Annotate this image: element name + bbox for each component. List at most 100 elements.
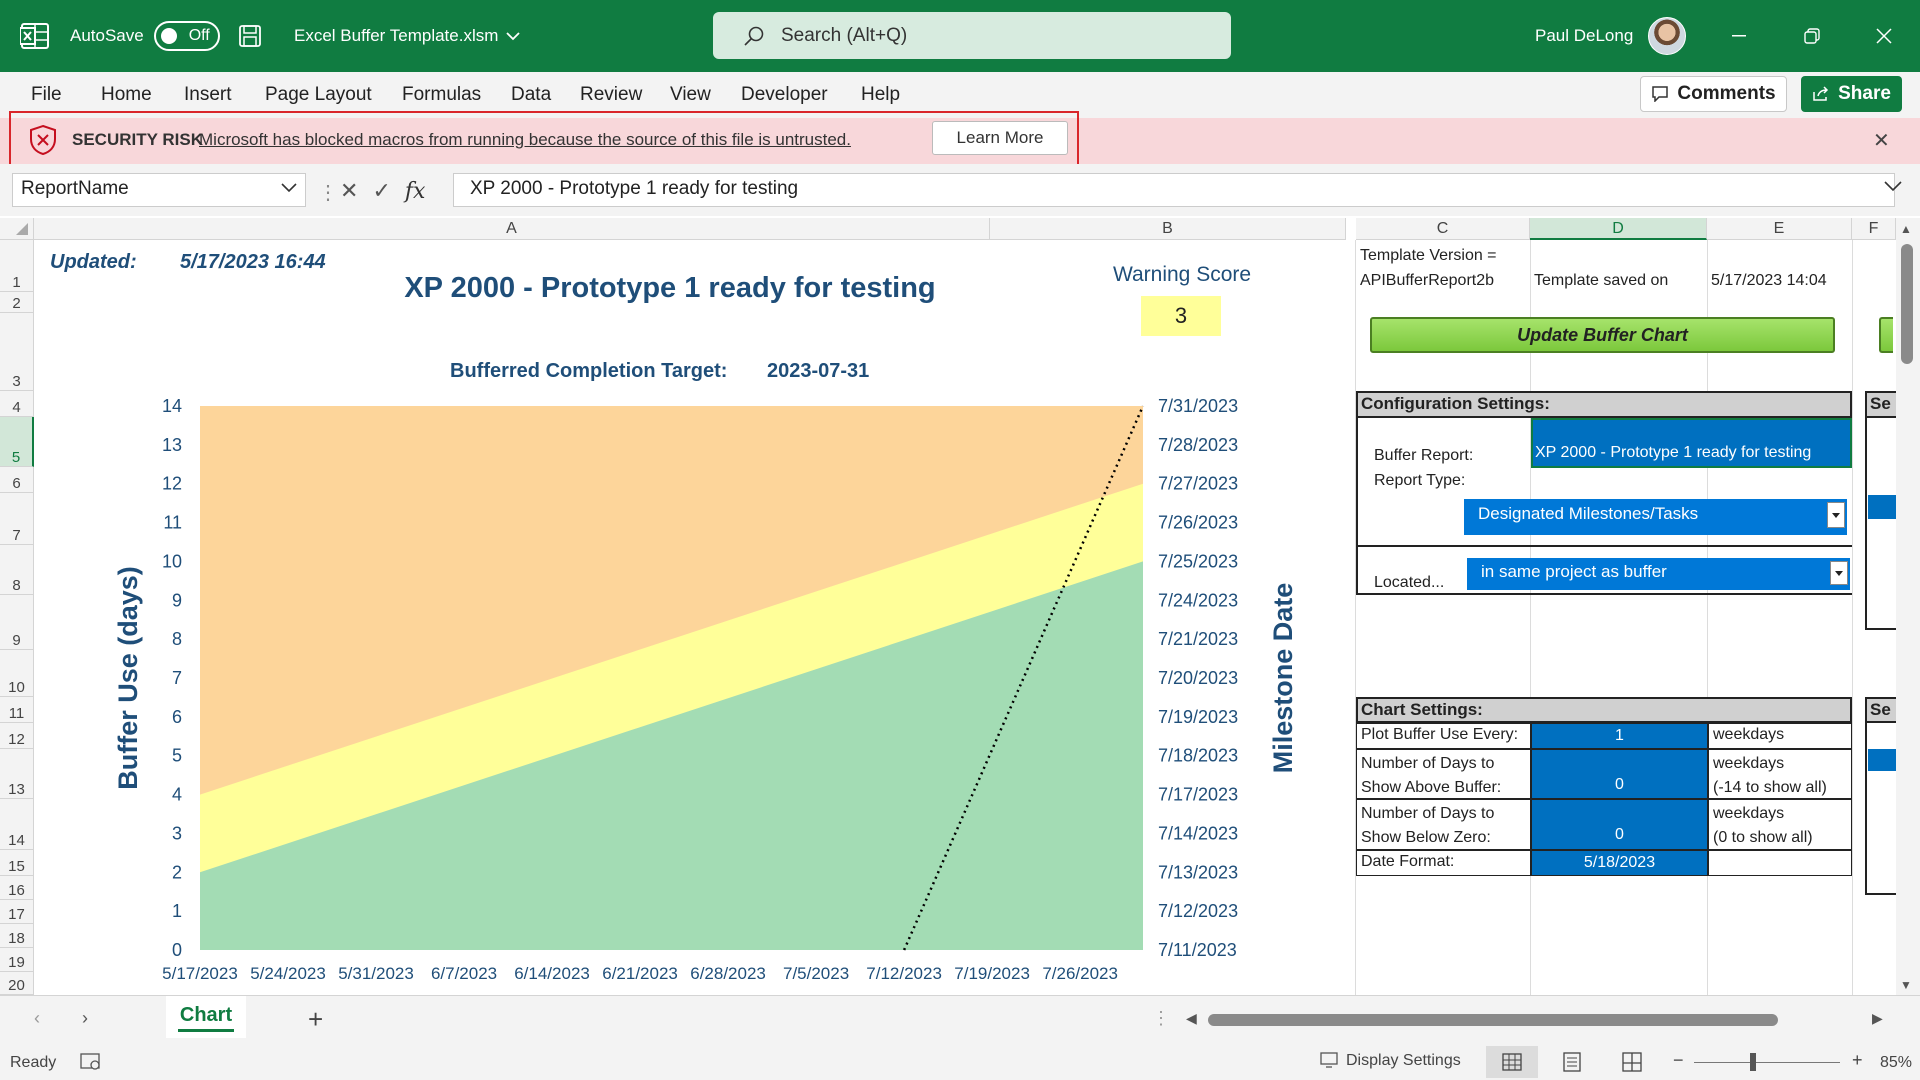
plot-every-label: Plot Buffer Use Every: (1356, 723, 1531, 749)
side-settings-input[interactable] (1868, 749, 1896, 771)
y2-tick-label: 7/14/2023 (1158, 823, 1238, 843)
chevron-down-icon[interactable] (1884, 180, 1902, 192)
x-tick-label: 5/31/2023 (338, 964, 414, 983)
column-header-f[interactable]: F (1852, 218, 1896, 240)
days-above-unit: weekdays (-14 to show all) (1708, 749, 1852, 799)
located-label: Located... (1374, 574, 1445, 591)
y2-tick-label: 7/25/2023 (1158, 551, 1238, 571)
add-sheet-icon[interactable]: + (308, 1004, 323, 1035)
horizontal-scroll-thumb[interactable] (1208, 1014, 1778, 1026)
display-settings-button[interactable]: Display Settings (1320, 1052, 1461, 1070)
report-type-label: Report Type: (1374, 472, 1466, 489)
next-sheet-icon[interactable]: › (82, 1008, 88, 1029)
scroll-down-icon[interactable]: ▼ (1900, 978, 1912, 992)
status-ready: Ready (10, 1054, 57, 1071)
days-above-label: Number of Days to Show Above Buffer: (1356, 749, 1531, 799)
gridline (1707, 240, 1708, 995)
template-saved-value: 5/17/2023 14:04 (1711, 272, 1827, 289)
y-tick-label: 12 (162, 474, 182, 494)
zoom-level[interactable]: 85% (1880, 1054, 1912, 1072)
days-below-unit: weekdays (0 to show all) (1708, 799, 1852, 850)
y2-tick-label: 7/24/2023 (1158, 590, 1238, 610)
x-tick-label: 6/14/2023 (514, 964, 590, 983)
divider (1356, 545, 1852, 547)
minimize-icon[interactable] (1710, 0, 1768, 72)
x-tick-label: 7/26/2023 (1042, 964, 1118, 983)
template-version-label: Template Version = (1360, 247, 1497, 264)
plot-every-unit: weekdays (1708, 723, 1852, 749)
x-tick-label: 6/7/2023 (431, 964, 497, 983)
zoom-slider[interactable] (1694, 1062, 1840, 1063)
column-header-d[interactable]: D (1530, 218, 1707, 240)
days-below-input[interactable]: 0 (1531, 799, 1708, 850)
y-tick-label: 13 (162, 435, 182, 455)
page-layout-view-icon[interactable] (1562, 1052, 1582, 1077)
share-button[interactable]: Share (1801, 76, 1902, 112)
days-above-input[interactable]: 0 (1531, 749, 1708, 799)
close-icon[interactable]: ✕ (1873, 128, 1890, 153)
accessibility-icon[interactable] (80, 1052, 102, 1077)
chart-settings-header: Chart Settings: (1356, 697, 1852, 723)
restore-icon[interactable] (1783, 0, 1841, 72)
plot-every-input[interactable]: 1 (1531, 723, 1708, 749)
template-saved-label: Template saved on (1534, 272, 1669, 289)
column-header-e[interactable]: E (1707, 218, 1852, 240)
template-version-value: APIBufferReport2b (1360, 272, 1495, 289)
y-tick-label: 11 (163, 513, 182, 533)
x-tick-label: 5/24/2023 (250, 964, 326, 983)
share-icon (1813, 86, 1829, 101)
scroll-up-icon[interactable]: ▲ (1900, 222, 1912, 236)
y2-tick-label: 7/13/2023 (1158, 862, 1238, 882)
sheet-tab-chart[interactable]: Chart (166, 996, 246, 1038)
selected-cell-outline (1531, 418, 1852, 468)
user-name[interactable]: Paul DeLong (1535, 0, 1633, 72)
y-tick-label: 1 (172, 901, 182, 921)
display-icon (1320, 1052, 1338, 1068)
zoom-in-icon[interactable]: + (1852, 1050, 1863, 1071)
scroll-left-icon[interactable]: ◀ (1186, 1010, 1197, 1027)
normal-view-icon[interactable] (1486, 1046, 1538, 1078)
y2-tick-label: 7/11/2023 (1158, 940, 1237, 960)
date-format-input[interactable]: 5/18/2023 (1531, 850, 1708, 876)
comments-button[interactable]: Comments (1640, 76, 1787, 112)
secondary-macro-button[interactable] (1879, 317, 1893, 353)
y2-tick-label: 7/20/2023 (1158, 668, 1238, 688)
zoom-out-icon[interactable]: − (1673, 1050, 1684, 1071)
chevron-down-icon[interactable] (1830, 561, 1848, 585)
report-type-dropdown[interactable]: Designated Milestones/Tasks (1464, 499, 1847, 535)
side-settings-header-2: Se (1865, 697, 1896, 723)
update-buffer-chart-button[interactable]: Update Buffer Chart (1370, 317, 1835, 353)
y2-tick-label: 7/26/2023 (1158, 513, 1238, 533)
located-dropdown[interactable]: in same project as buffer (1467, 558, 1850, 590)
y-tick-label: 2 (172, 862, 182, 882)
column-header-c[interactable]: C (1356, 218, 1530, 240)
scroll-right-icon[interactable]: ▶ (1872, 1010, 1883, 1027)
share-label: Share (1838, 83, 1891, 104)
y-tick-label: 8 (172, 629, 182, 649)
y2-tick-label: 7/12/2023 (1158, 901, 1238, 921)
config-settings-header: Configuration Settings: (1356, 391, 1852, 418)
located-value: in same project as buffer (1481, 562, 1667, 581)
buffer-chart[interactable]: 012345678910111213147/11/20237/12/20237/… (0, 0, 1360, 1000)
y-tick-label: 10 (162, 551, 182, 571)
y2-tick-label: 7/31/2023 (1158, 396, 1238, 416)
prev-sheet-icon[interactable]: ‹ (34, 1008, 40, 1029)
y-tick-label: 5 (172, 746, 182, 766)
x-tick-label: 7/12/2023 (866, 964, 942, 983)
vertical-scroll-thumb[interactable] (1901, 244, 1913, 364)
buffer-report-label: Buffer Report: (1374, 447, 1474, 464)
page-break-view-icon[interactable] (1622, 1052, 1642, 1077)
y-axis-title: Buffer Use (days) (113, 566, 143, 790)
y-tick-label: 7 (172, 668, 182, 688)
avatar[interactable] (1648, 17, 1686, 55)
more-options-icon[interactable]: ⋮ (1152, 1008, 1170, 1029)
days-below-label: Number of Days to Show Below Zero: (1356, 799, 1531, 850)
zoom-slider-thumb[interactable] (1750, 1053, 1756, 1071)
y-tick-label: 9 (172, 590, 182, 610)
x-tick-label: 6/21/2023 (602, 964, 678, 983)
date-format-label: Date Format: (1356, 850, 1531, 876)
chevron-down-icon[interactable] (1827, 502, 1845, 528)
side-settings-input[interactable] (1868, 495, 1896, 519)
close-icon[interactable] (1855, 0, 1913, 72)
y-tick-label: 0 (172, 940, 182, 960)
